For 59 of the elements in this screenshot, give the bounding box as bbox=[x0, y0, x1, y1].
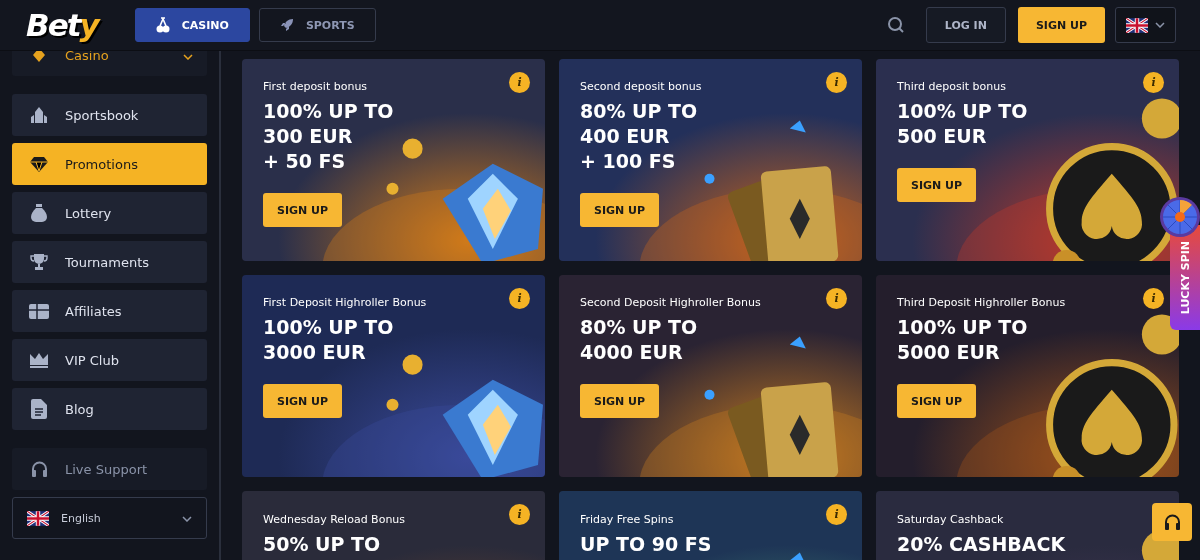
card-title: Third deposit bonus bbox=[897, 80, 1006, 94]
uk-flag-icon bbox=[1126, 17, 1148, 33]
bety-logo[interactable]: Bety bbox=[26, 7, 98, 43]
signup-button[interactable]: SIGN UP bbox=[1017, 7, 1105, 43]
language-selector[interactable]: English bbox=[12, 497, 207, 539]
sidebar-item[interactable]: Lottery bbox=[12, 192, 207, 234]
sidebar-item[interactable]: Tournaments bbox=[12, 241, 207, 283]
sidebar-item[interactable]: Affiliates bbox=[12, 290, 207, 332]
language-selector[interactable] bbox=[1115, 7, 1176, 43]
rocket-icon bbox=[279, 18, 294, 32]
signup-button[interactable]: SIGN UP bbox=[897, 168, 977, 202]
card-title: Friday Free Spins bbox=[580, 513, 674, 527]
card-title: First Deposit Highroller Bonus bbox=[263, 296, 427, 310]
card-title: Third Deposit Highroller Bonus bbox=[897, 296, 1066, 310]
signup-button[interactable]: SIGN UP bbox=[580, 193, 660, 227]
signup-button[interactable]: SIGN UP bbox=[580, 384, 660, 418]
bonus-headline: 50% UP TO bbox=[263, 532, 381, 557]
card-title: Saturday Cashback bbox=[897, 513, 1004, 527]
building-icon bbox=[30, 106, 48, 124]
trophy-icon bbox=[30, 253, 48, 271]
caret-icon bbox=[182, 515, 192, 522]
bonus-headline: 100% UP TO 500 EUR bbox=[897, 99, 1028, 149]
sidebar-item[interactable]: VIP Club bbox=[12, 339, 207, 381]
diamond-icon bbox=[30, 156, 48, 172]
signup-button[interactable]: SIGN UP bbox=[897, 384, 977, 418]
money-bag-icon bbox=[31, 203, 47, 223]
support-button[interactable] bbox=[1152, 503, 1192, 541]
card-title: First deposit bonus bbox=[263, 80, 368, 94]
signup-button[interactable]: SIGN UP bbox=[263, 193, 343, 227]
card-title: Second Deposit Highroller Bonus bbox=[580, 296, 761, 310]
sidebar-item[interactable]: Promotions bbox=[12, 143, 207, 185]
bonus-headline: UP TO 90 FS bbox=[580, 532, 712, 557]
headset-icon bbox=[1163, 514, 1181, 530]
nav-tab[interactable]: SPORTS bbox=[258, 8, 376, 42]
search-icon[interactable] bbox=[886, 16, 905, 34]
document-icon bbox=[31, 399, 47, 419]
card-title: Second deposit bonus bbox=[580, 80, 702, 94]
lucky-spin-tab[interactable]: LUCKY SPIN bbox=[1170, 225, 1200, 330]
bonus-headline: 80% UP TO 400 EUR + 100 FS bbox=[580, 99, 698, 174]
ticket-icon bbox=[29, 303, 49, 319]
caret-icon bbox=[183, 53, 193, 60]
sidebar-item[interactable]: Blog bbox=[12, 388, 207, 430]
live-support-button[interactable]: Live Support bbox=[12, 448, 207, 490]
crown-icon bbox=[29, 352, 49, 368]
login-button[interactable]: LOG IN bbox=[925, 7, 1006, 43]
caret-icon bbox=[1155, 22, 1165, 28]
headset-icon bbox=[30, 461, 48, 477]
bonus-headline: 20% CASHBACK bbox=[897, 532, 1066, 557]
bonus-headline: 100% UP TO 3000 EUR bbox=[263, 315, 394, 365]
signup-button[interactable]: SIGN UP bbox=[263, 384, 343, 418]
bonus-headline: 100% UP TO 300 EUR + 50 FS bbox=[263, 99, 394, 174]
wheel-icon[interactable] bbox=[1158, 195, 1200, 239]
uk-flag-icon bbox=[27, 510, 49, 526]
card-title: Wednesday Reload Bonus bbox=[263, 513, 406, 527]
nav-tab[interactable]: CASINO bbox=[134, 8, 250, 42]
bonus-headline: 100% UP TO 5000 EUR bbox=[897, 315, 1028, 365]
bonus-headline: 80% UP TO 4000 EUR bbox=[580, 315, 698, 365]
sidebar-item[interactable]: Sportsbook bbox=[12, 94, 207, 136]
cherries-icon bbox=[155, 17, 170, 33]
